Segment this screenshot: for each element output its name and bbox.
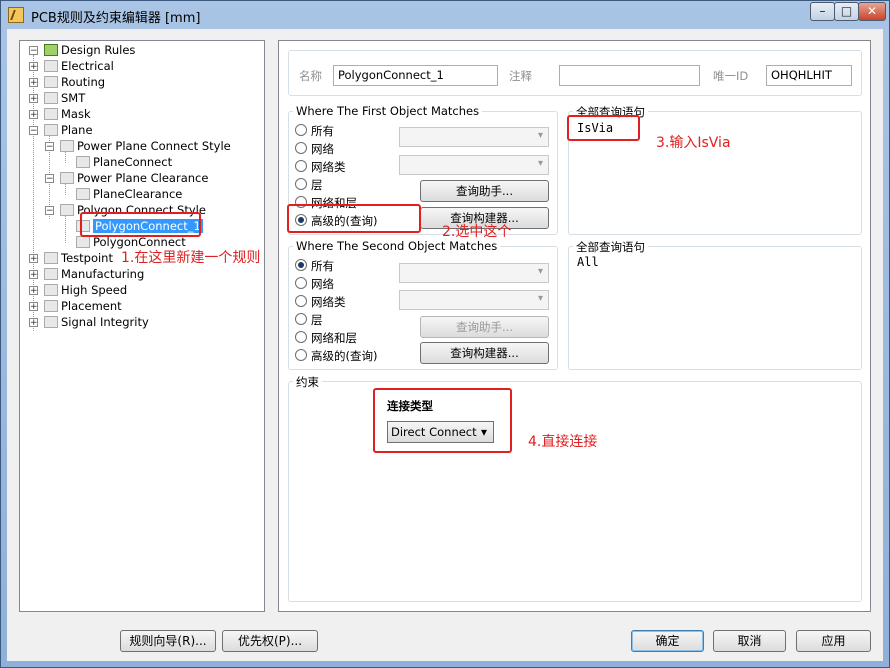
first-option-label: 网络类 [311,160,346,174]
annotation-box-1 [80,212,201,237]
first-net-combo [399,127,549,147]
second-net-combo [399,263,549,283]
minimize-button[interactable]: – [810,2,835,21]
first-option-label: 网络 [311,142,334,156]
apply-button[interactable]: 应用 [796,630,871,652]
manufacturing-icon [44,268,58,280]
plane-icon [44,124,58,136]
second-radio-2[interactable] [295,295,307,307]
second-option-label: 网络类 [311,295,346,309]
first-radio-1[interactable] [295,142,307,154]
placement-icon [44,300,58,312]
tree-item-signal-integrity[interactable]: + Signal Integrity [29,314,149,330]
second-radio-1[interactable] [295,277,307,289]
cancel-button[interactable]: 取消 [713,630,786,652]
tree-item-manufacturing[interactable]: + Manufacturing [29,266,144,282]
annotation-box-4 [373,388,512,453]
annotation-box-3 [567,115,640,141]
second-radio-5[interactable] [295,349,307,361]
annotation-2: 2.选中这个 [442,224,512,240]
priority-button[interactable]: 优先权(P)... [222,630,318,652]
second-radio-3[interactable] [295,313,307,325]
constraints-title: 约束 [293,374,322,390]
first-radio-0[interactable] [295,124,307,136]
second-query-helper-button[interactable]: 查询助手... [420,316,549,338]
window-title: PCB规则及约束编辑器 [mm] [31,11,201,26]
second-netclass-combo [399,290,549,310]
rule-icon [76,188,90,200]
testpoint-icon [44,252,58,264]
high-speed-icon [44,284,58,296]
tree-item-mask[interactable]: + Mask [29,106,91,122]
second-query-title: 全部查询语句 [573,239,648,255]
second-option-label: 网络 [311,277,334,291]
tree-item-design-rules[interactable]: − Design Rules [28,42,135,58]
tree-item-power-plane-connect-style[interactable]: − Power Plane Connect Style [45,138,231,154]
second-option-label: 网络和层 [311,331,357,345]
second-option-label: 层 [311,313,323,327]
second-query-box [568,246,862,370]
rule-icon [76,236,90,248]
first-option-label: 所有 [311,124,334,138]
title-bar: PCB规则及约束编辑器 [mm] – □ ✕ [1,1,889,29]
name-label: 名称 [299,69,322,83]
second-query-text[interactable]: All [577,255,599,269]
rule-icon [60,204,74,216]
unique-id-field[interactable]: OHQHLHIT [766,65,852,86]
rules-folder-icon [44,44,58,56]
tree-item-planeconnect[interactable]: PlaneConnect [76,154,172,170]
comment-field[interactable] [559,65,700,86]
close-button[interactable]: ✕ [858,2,886,21]
signal-integrity-icon [44,316,58,328]
annotation-3: 3.输入IsVia [656,135,731,151]
tree-item-electrical[interactable]: + Electrical [29,58,114,74]
rule-icon [60,172,74,184]
second-matches-title: Where The Second Object Matches [293,239,501,253]
name-field[interactable]: PolygonConnect_1 [333,65,498,86]
mask-icon [44,108,58,120]
tree-item-smt[interactable]: + SMT [29,90,85,106]
smt-icon [44,92,58,104]
tree-item-plane[interactable]: − Plane [29,122,93,138]
tree-item-placement[interactable]: + Placement [29,298,122,314]
tree-item-high-speed[interactable]: + High Speed [29,282,127,298]
first-query-helper-button[interactable]: 查询助手... [420,180,549,202]
rule-icon [60,140,74,152]
annotation-box-2 [287,204,421,233]
rule-wizard-button[interactable]: 规则向导(R)... [120,630,216,652]
comment-label: 注释 [509,69,532,83]
dialog-body: − Design Rules + Electrical + Routing + SMT … [7,29,883,661]
first-netclass-combo [399,155,549,175]
rule-header-box: 名称 PolygonConnect_1 注释 唯一ID OHQHLHIT [288,50,862,96]
second-query-builder-button[interactable]: 查询构建器... [420,342,549,364]
annotation-1: 1.在这里新建一个规则 [121,250,261,266]
tree-item-testpoint[interactable]: + Testpoint [29,250,113,266]
window: PCB规则及约束编辑器 [mm] – □ ✕ − Design Rules + El… [0,0,890,668]
first-radio-3[interactable] [295,178,307,190]
electrical-icon [44,60,58,72]
rules-tree[interactable]: − Design Rules + Electrical + Routing + SMT … [19,40,265,612]
app-icon [8,7,24,23]
routing-icon [44,76,58,88]
tree-item-routing[interactable]: + Routing [29,74,105,90]
tree-item-power-plane-clearance[interactable]: − Power Plane Clearance [45,170,208,186]
first-radio-2[interactable] [295,160,307,172]
ok-button[interactable]: 确定 [631,630,704,652]
second-radio-0[interactable] [295,259,307,271]
first-option-label: 层 [311,178,323,192]
second-option-label: 所有 [311,259,334,273]
annotation-4: 4.直接连接 [528,434,598,450]
second-radio-4[interactable] [295,331,307,343]
maximize-button[interactable]: □ [834,2,859,21]
first-matches-title: Where The First Object Matches [293,104,483,118]
rule-icon [76,156,90,168]
second-option-label: 高级的(查询) [311,349,378,363]
unique-id-label: 唯一ID [713,69,749,83]
tree-item-planeclearance[interactable]: PlaneClearance [76,186,182,202]
